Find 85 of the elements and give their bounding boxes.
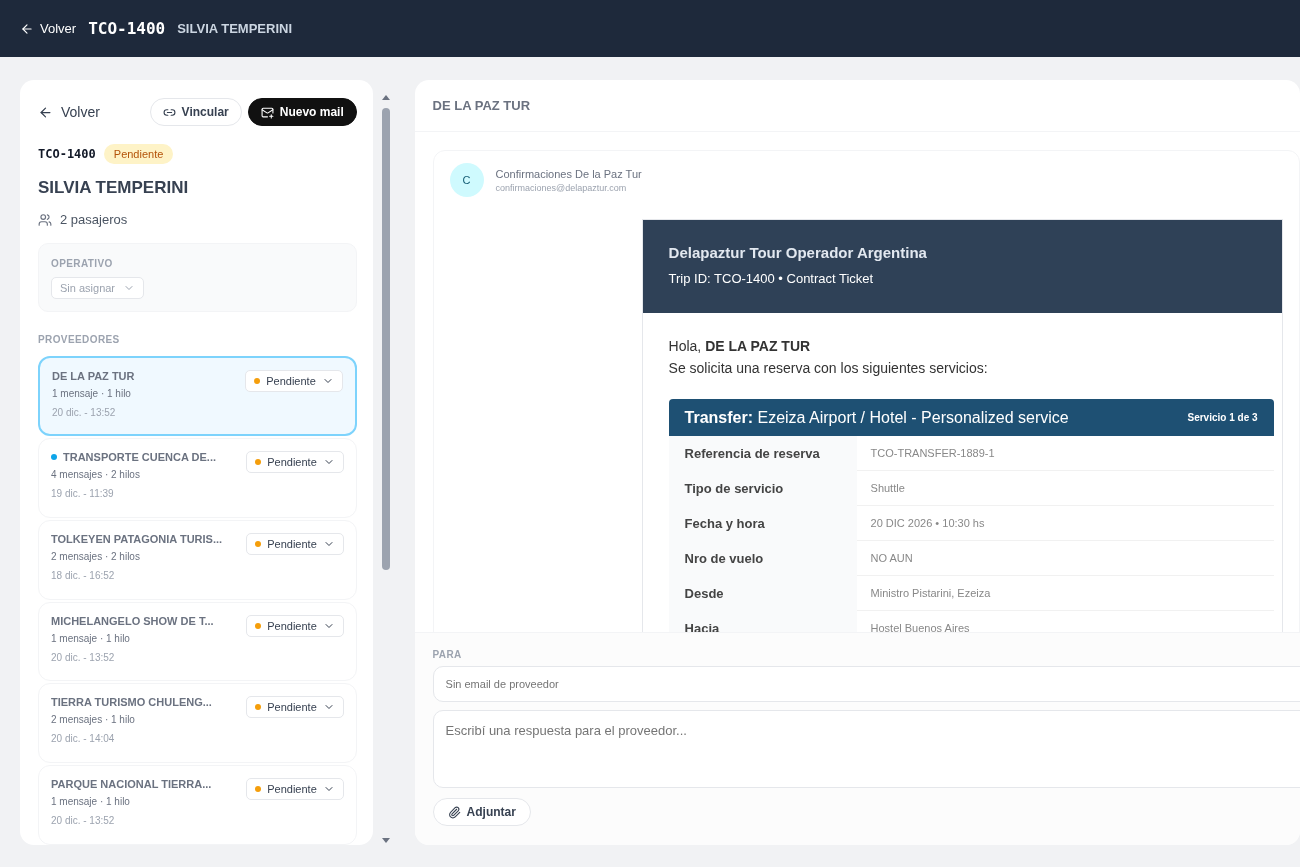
trip-code: TCO-1400 <box>38 147 96 161</box>
provider-meta: 2 mensajes · 1 hilo <box>51 714 136 726</box>
provider-time: - 13:52 <box>84 407 116 418</box>
provider-meta: 1 mensaje · 1 hilo <box>51 632 131 644</box>
mail-plus-icon <box>260 105 274 119</box>
provider-time: - 13:52 <box>83 651 115 663</box>
provider-meta: 4 mensajes · 2 hilos <box>51 468 141 480</box>
provider-name: MICHELANGELO SHOW DE T... <box>51 614 214 627</box>
provider-time: - 16:52 <box>83 569 115 581</box>
back-link[interactable]: Volver <box>20 21 77 36</box>
status-dot <box>255 786 262 793</box>
field-value: 20 DIC 2026 • 10:30 hs <box>869 516 986 531</box>
provider-time: - 11:39 <box>83 487 114 499</box>
field-label: Desde <box>668 576 857 611</box>
status-select[interactable]: Pendiente <box>246 532 344 555</box>
field-label: Referencia de reserva <box>668 436 857 471</box>
field-label: PARA <box>432 649 463 660</box>
greeting-text: Hola, DE LA PAZ TUR <box>668 338 811 354</box>
status-badge: Pendiente <box>103 144 174 164</box>
status-dot <box>255 540 262 547</box>
avatar: C <box>449 163 484 197</box>
provider-meta: 2 mensajes · 2 hilos <box>51 550 141 562</box>
recipient-field[interactable]: Sin email de proveedor <box>432 666 1300 702</box>
thread-title: DE LA PAZ TUR <box>414 80 1300 132</box>
provider-date: 20 dic. <box>51 651 81 663</box>
provider-date: 20 dic. <box>51 733 81 745</box>
provider-item[interactable]: TIERRA TURISMO CHULENG... 2 mensajes · 1 hilo 20 dic. - 14:04 Pendiente <box>38 683 357 764</box>
back-link[interactable]: Volver <box>38 104 100 120</box>
provider-name: TOLKEYEN PATAGONIA TURIS... <box>51 532 223 545</box>
provider-time: - 14:04 <box>83 733 115 745</box>
service-counter: Servicio 1 de 3 <box>1187 412 1258 423</box>
field-label: Fecha y hora <box>668 506 857 541</box>
provider-date: 19 dic. <box>51 487 81 499</box>
people-icon <box>38 212 52 227</box>
status-dot <box>254 378 261 384</box>
field-value: TCO-TRANSFER-1889-1 <box>869 446 996 461</box>
status-select[interactable]: Pendiente <box>245 370 343 392</box>
provider-item[interactable]: MICHELANGELO SHOW DE T... 1 mensaje · 1 hilo 20 dic. - 13:52 Pendiente <box>38 601 357 682</box>
provider-name: TRANSPORTE CUENCA DE... <box>63 450 216 463</box>
provider-item[interactable]: TRANSPORTE CUENCA DE... 4 mensajes · 2 hilos 19 dic. - 11:39 Pendiente <box>38 437 357 518</box>
field-label: Nro de vuelo <box>668 541 857 576</box>
section-label: PROVEEDORES <box>38 334 121 345</box>
reply-field[interactable]: Escribí una respuesta para el proveedor... <box>432 710 1300 788</box>
provider-meta: 1 mensaje · 1 hilo <box>51 796 131 808</box>
provider-date: 20 dic. <box>51 815 81 827</box>
provider-date: 20 dic. <box>52 407 82 418</box>
trip-code: TCO-1400 <box>88 19 166 38</box>
client-name: SILVIA TEMPERINI <box>177 21 293 36</box>
link-button[interactable]: Vincular <box>149 98 242 126</box>
provider-item[interactable]: PARQUE NACIONAL TIERRA... 1 mensaje · 1 hilo 20 dic. - 13:52 Pendiente <box>38 765 357 845</box>
field-value: Shuttle <box>869 481 906 496</box>
scroll-down-icon[interactable] <box>380 838 391 844</box>
service-title: Transfer: Ezeiza Airport / Hotel - Personalized service <box>684 408 1069 427</box>
new-mail-button[interactable]: Nuevo mail <box>247 98 357 126</box>
scroll-up-icon[interactable] <box>380 94 391 100</box>
provider-name: DE LA PAZ TUR <box>52 370 135 382</box>
status-select[interactable]: Pendiente <box>246 450 344 473</box>
field-value: NO AUN <box>869 551 914 566</box>
provider-meta: 1 mensaje · 1 hilo <box>52 388 132 399</box>
client-name: SILVIA TEMPERINI <box>38 178 190 198</box>
status-dot <box>255 704 262 711</box>
field-value: Hostel Buenos Aires <box>869 621 971 632</box>
provider-name: PARQUE NACIONAL TIERRA... <box>51 778 212 791</box>
status-dot <box>255 622 262 629</box>
status-dot <box>255 458 262 465</box>
sender-email: confirmaciones@delapaztur.com <box>495 182 628 193</box>
provider-date: 18 dic. <box>51 569 81 581</box>
provider-item[interactable]: TOLKEYEN PATAGONIA TURIS... 2 mensajes · 2 hilos 18 dic. - 16:52 Pendiente <box>38 519 357 600</box>
banner-subtitle: Trip ID: TCO-1400 • Contract Ticket <box>668 271 875 286</box>
paperclip-icon <box>447 805 461 819</box>
attach-button[interactable]: Adjuntar <box>432 798 531 826</box>
provider-item[interactable]: DE LA PAZ TUR 1 mensaje · 1 hilo 20 dic. - 13:52 Pendiente <box>38 356 357 436</box>
provider-time: - 13:52 <box>83 815 115 827</box>
status-select[interactable]: Pendiente <box>246 614 344 637</box>
banner-title: Delapaztur Tour Operador Argentina <box>668 244 928 261</box>
status-select[interactable]: Pendiente <box>246 778 344 801</box>
sender-name: Confirmaciones De la Paz Tur <box>495 167 642 180</box>
field-value: Ministro Pistarini, Ezeiza <box>869 586 992 601</box>
section-label: OPERATIVO <box>51 258 114 269</box>
field-label: Tipo de servicio <box>668 471 857 506</box>
status-select[interactable]: Pendiente <box>246 696 344 719</box>
provider-name: TIERRA TURISMO CHULENG... <box>51 696 212 709</box>
scroll-thumb[interactable] <box>381 108 390 570</box>
passenger-count: 2 pasajeros <box>60 212 128 227</box>
intro-text: Se solicita una reserva con los siguientes servicios: <box>668 360 988 376</box>
